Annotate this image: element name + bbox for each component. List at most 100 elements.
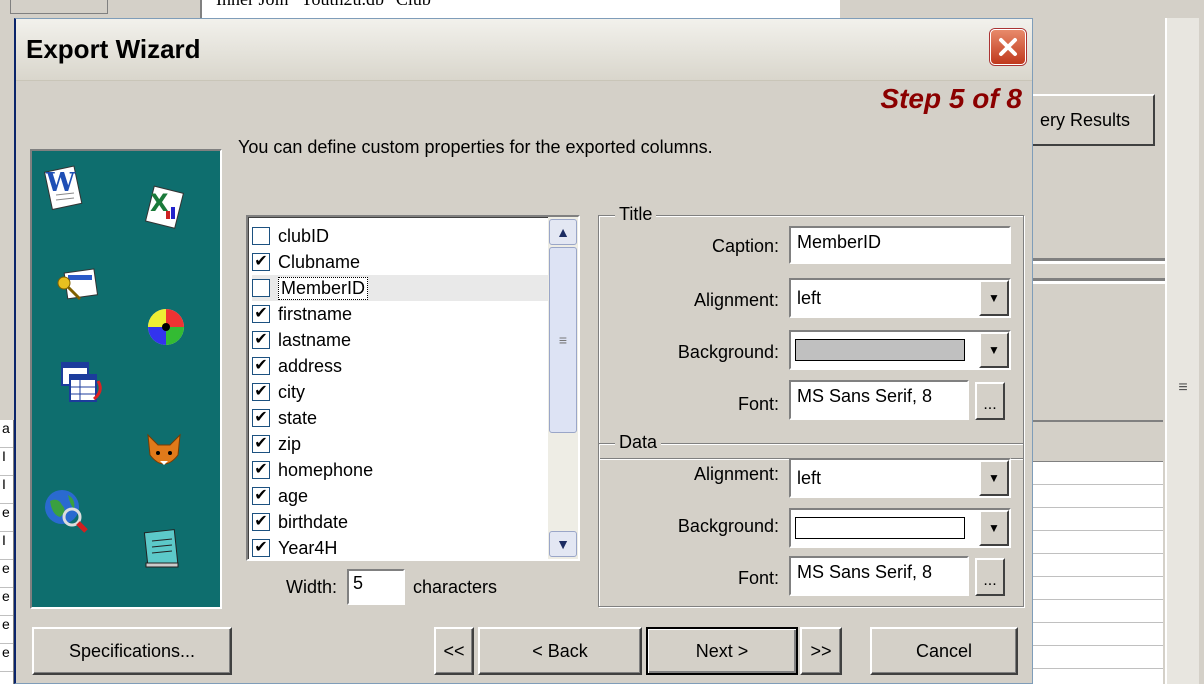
data-alignment-label: Alignment: xyxy=(693,464,779,484)
chevron-down-icon: ▼ xyxy=(556,536,570,552)
column-list-item[interactable]: ✔ city xyxy=(252,379,548,405)
width-unit-label: characters xyxy=(413,576,498,597)
checkbox-checked-icon[interactable]: ✔ xyxy=(252,357,270,375)
title-alignment-label: Alignment: xyxy=(693,290,779,310)
column-list-item[interactable]: ✔ age xyxy=(252,483,548,509)
table-export-icon xyxy=(61,362,102,402)
next-button[interactable]: Next > xyxy=(646,627,798,675)
column-name-label: city xyxy=(278,381,305,402)
background-tab[interactable] xyxy=(10,0,108,14)
title-bar[interactable]: Export Wizard xyxy=(16,19,1032,81)
checkbox-unchecked-icon[interactable] xyxy=(252,279,270,297)
columns-list[interactable]: ✔ Year4H ✔ birthdate ✔ age ✔ homephone ✔ zip ✔ stat… xyxy=(246,215,580,561)
column-list-item[interactable]: ✔ state xyxy=(252,405,548,431)
back-button[interactable]: < Back xyxy=(478,627,642,675)
access-database-icon xyxy=(57,268,99,301)
column-list-item[interactable]: ✔ firstname xyxy=(252,301,548,327)
specifications-button[interactable]: Specifications... xyxy=(32,627,232,675)
query-results-button[interactable]: ery Results xyxy=(1030,94,1155,146)
sql-text: Inner Join "Youth2u.db" Club xyxy=(216,0,431,9)
color-swatch xyxy=(795,339,965,361)
last-step-button[interactable]: >> xyxy=(800,627,842,675)
column-name-label: lastname xyxy=(278,329,352,350)
checkbox-checked-icon[interactable]: ✔ xyxy=(252,461,270,479)
foxpro-icon xyxy=(147,433,181,465)
cancel-button[interactable]: Cancel xyxy=(870,627,1018,675)
caption-input[interactable]: MemberID xyxy=(789,226,1011,264)
background-scrollbar[interactable]: ≡ xyxy=(1165,18,1199,684)
checkbox-checked-icon[interactable]: ✔ xyxy=(252,409,270,427)
title-background-label: Background: xyxy=(677,342,779,362)
scroll-grip-icon[interactable]: ≡ xyxy=(1169,318,1197,458)
column-name-label: birthdate xyxy=(278,511,349,532)
width-row: Width: 5 characters xyxy=(286,567,497,607)
step-indicator: Step 5 of 8 xyxy=(880,83,1022,114)
notepad-text-icon xyxy=(143,529,179,568)
column-name-label: homephone xyxy=(278,459,374,480)
dropdown-arrow-icon[interactable]: ▼ xyxy=(979,510,1009,546)
dialog-title: Export Wizard xyxy=(26,34,201,64)
column-name-label: Year4H xyxy=(278,537,338,558)
checkbox-checked-icon[interactable]: ✔ xyxy=(252,539,270,557)
column-list-item[interactable]: clubID xyxy=(252,223,548,249)
column-list-item[interactable]: ✔ homephone xyxy=(252,457,548,483)
checkbox-checked-icon[interactable]: ✔ xyxy=(252,435,270,453)
dropdown-arrow-icon[interactable]: ▼ xyxy=(979,332,1009,368)
data-font-field: MS Sans Serif, 8 xyxy=(789,556,969,596)
column-name-label: MemberID xyxy=(278,276,369,300)
scroll-up-button[interactable]: ▲ xyxy=(549,219,577,245)
data-font-label: Font: xyxy=(737,568,779,588)
column-list-item[interactable]: ✔ Year4H xyxy=(252,535,548,559)
data-background-label: Background: xyxy=(677,516,779,536)
column-list-item[interactable]: MemberID xyxy=(252,275,548,301)
title-font-field: MS Sans Serif, 8 xyxy=(789,380,969,420)
data-alignment-select[interactable]: left ▼ xyxy=(789,458,1011,498)
color-swatch xyxy=(795,517,965,539)
column-name-label: Clubname xyxy=(278,251,361,272)
column-name-label: clubID xyxy=(278,225,330,246)
title-alignment-select[interactable]: left ▼ xyxy=(789,278,1011,318)
web-search-globe-icon xyxy=(45,490,88,533)
width-input[interactable]: 5 xyxy=(347,569,406,605)
data-font-browse-button[interactable]: ... xyxy=(975,558,1005,596)
title-font-label: Font: xyxy=(737,394,779,414)
caption-label: Caption: xyxy=(711,236,779,256)
checkbox-checked-icon[interactable]: ✔ xyxy=(252,487,270,505)
first-step-button[interactable]: << xyxy=(434,627,474,675)
column-name-label: address xyxy=(278,355,343,376)
checkbox-checked-icon[interactable]: ✔ xyxy=(252,383,270,401)
chevron-up-icon: ▲ xyxy=(556,224,570,240)
checkbox-unchecked-icon[interactable] xyxy=(252,227,270,245)
background-separator xyxy=(1033,258,1165,264)
dropdown-arrow-icon[interactable]: ▼ xyxy=(979,280,1009,316)
checkbox-checked-icon[interactable]: ✔ xyxy=(252,253,270,271)
checkbox-checked-icon[interactable]: ✔ xyxy=(252,513,270,531)
checkbox-checked-icon[interactable]: ✔ xyxy=(252,331,270,349)
scroll-thumb[interactable]: ≡ xyxy=(549,247,577,433)
export-wizard-dialog: Export Wizard Step 5 of 8 You can define… xyxy=(14,18,1033,684)
word-document-icon: W xyxy=(43,165,83,211)
column-name-label: state xyxy=(278,407,318,428)
column-list-item[interactable]: ✔ lastname xyxy=(252,327,548,353)
column-list-item[interactable]: ✔ birthdate xyxy=(252,509,548,535)
column-list-item[interactable]: ✔ address xyxy=(252,353,548,379)
wizard-side-panel: W X xyxy=(30,149,222,609)
instruction-text: You can define custom properties for the… xyxy=(238,137,713,157)
background-sql-editor[interactable]: Inner Join "Youth2u.db" Club xyxy=(200,0,840,18)
column-list-item[interactable]: ✔ zip xyxy=(252,431,548,457)
title-background-select[interactable]: ▼ xyxy=(789,330,1011,370)
background-results-grid[interactable] xyxy=(1033,420,1163,684)
background-left-grid: aIIeIeeee xyxy=(0,420,14,684)
column-list-item[interactable]: ✔ Clubname xyxy=(252,249,548,275)
multimedia-disc-icon xyxy=(148,309,184,345)
columns-list-scrollbar[interactable]: ▲ ≡ ▼ xyxy=(548,217,578,559)
checkbox-checked-icon[interactable]: ✔ xyxy=(252,305,270,323)
scroll-down-button[interactable]: ▼ xyxy=(549,531,577,557)
data-background-select[interactable]: ▼ xyxy=(789,508,1011,548)
dropdown-arrow-icon[interactable]: ▼ xyxy=(979,460,1009,496)
grip-icon: ≡ xyxy=(558,332,568,348)
close-button[interactable] xyxy=(990,29,1026,65)
column-name-label: zip xyxy=(278,433,302,454)
title-properties-group: Title Caption: MemberID Alignment: left … xyxy=(598,204,1024,459)
title-font-browse-button[interactable]: ... xyxy=(975,382,1005,420)
